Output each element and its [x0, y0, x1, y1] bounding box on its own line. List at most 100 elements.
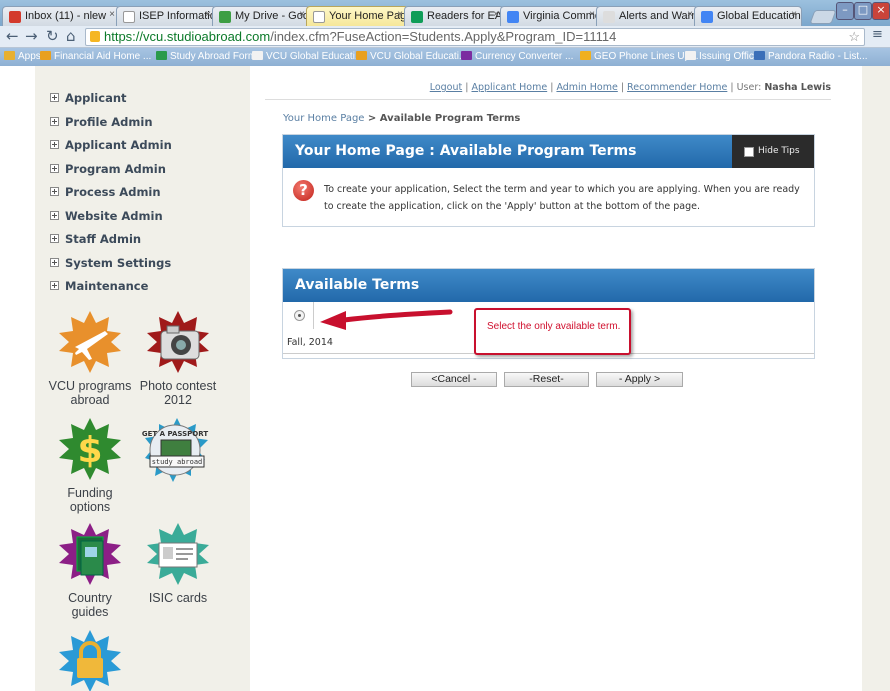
menu-item-maintenance[interactable]: Maintenance — [50, 279, 172, 303]
menu-item-profile-admin[interactable]: Profile Admin — [50, 115, 172, 139]
apply-button[interactable]: - Apply > — [596, 372, 683, 387]
minimize-button[interactable]: – — [836, 2, 854, 20]
close-window-button[interactable]: × — [872, 2, 890, 20]
tip-text: To create your application, Select the t… — [324, 184, 800, 212]
promo-get-a-passport[interactable]: GET A PASSPORT study abroad — [137, 414, 217, 494]
hide-tips-toggle[interactable]: Hide Tips — [732, 135, 814, 168]
svg-text:$: $ — [77, 430, 102, 471]
loading-icon — [603, 11, 615, 23]
browser-tab[interactable]: Alerts and Warni × — [596, 6, 698, 26]
bookmark-icon — [580, 51, 591, 60]
annotation-arrow-icon — [320, 309, 453, 330]
expand-icon[interactable] — [50, 210, 59, 220]
left-gutter — [0, 66, 35, 691]
close-tab-icon[interactable]: × — [791, 9, 797, 20]
browser-tab[interactable]: ISEP Information × — [116, 6, 216, 26]
bookmark-item[interactable]: GEO Phone Lines Up... — [580, 51, 699, 62]
terms-title: Available Terms — [283, 269, 814, 302]
id-card-icon — [145, 521, 211, 587]
bookmark-item[interactable]: Issuing Offices — [685, 51, 764, 62]
address-bar[interactable]: https://vcu.studioabroad.com/index.cfm?F… — [85, 28, 865, 46]
browser-tab[interactable]: Virginia Commo × — [500, 6, 600, 26]
expand-icon[interactable] — [50, 257, 59, 267]
breadcrumb: Your Home Page > Available Program Terms — [283, 113, 520, 124]
camera-icon — [145, 309, 211, 375]
drive-icon — [219, 11, 231, 23]
maximize-button[interactable]: □ — [854, 2, 872, 20]
reset-button[interactable]: -Reset- — [504, 372, 589, 387]
menu-icon[interactable]: ≡ — [872, 27, 883, 42]
close-tab-icon[interactable]: × — [493, 9, 499, 20]
browser-tab[interactable]: Global Education × — [694, 6, 802, 26]
expand-icon[interactable] — [50, 187, 59, 196]
admin-home-link[interactable]: Admin Home — [556, 82, 617, 93]
menu-item-system-settings[interactable]: System Settings — [50, 256, 172, 280]
browser-tab[interactable]: Readers for EA S × — [404, 6, 504, 26]
term-radio[interactable] — [294, 310, 305, 321]
svg-text:GET A PASSPORT: GET A PASSPORT — [142, 430, 208, 438]
menu-item-applicant[interactable]: Applicant — [50, 91, 172, 115]
dollar-icon: $ — [57, 416, 123, 482]
back-icon[interactable]: ← — [6, 27, 19, 45]
bookmark-item[interactable]: VCU Global Educati... — [252, 51, 363, 62]
bookmark-star-icon[interactable]: ☆ — [848, 29, 860, 45]
menu-item-website-admin[interactable]: Website Admin — [50, 209, 172, 233]
close-tab-icon[interactable]: × — [299, 9, 305, 20]
bookmark-item[interactable]: Apps — [4, 51, 41, 62]
promo-photo-contest[interactable]: Photo contest 2012 — [133, 309, 223, 407]
expand-icon[interactable] — [50, 234, 59, 243]
expand-icon[interactable] — [50, 163, 59, 173]
menu-item-staff-admin[interactable]: Staff Admin — [50, 232, 172, 256]
promo-country-guides[interactable]: Country guides — [47, 521, 133, 619]
reload-icon[interactable]: ↻ — [46, 27, 59, 45]
applicant-home-link[interactable]: Applicant Home — [471, 82, 547, 93]
close-tab-icon[interactable]: × — [687, 9, 693, 20]
yahoo-icon — [461, 51, 472, 60]
close-tab-icon[interactable]: × — [205, 9, 211, 20]
cancel-button[interactable]: <Cancel - — [411, 372, 497, 387]
sheets-icon — [411, 11, 423, 23]
recommender-home-link[interactable]: Recommender Home — [627, 82, 727, 93]
term-label: Fall, 2014 — [287, 337, 333, 348]
expand-icon[interactable] — [50, 116, 59, 126]
close-tab-icon[interactable]: × — [397, 9, 403, 20]
browser-tab[interactable]: Inbox (11) - nlew × — [2, 6, 120, 26]
bookmark-item[interactable]: Study Abroad Form — [156, 51, 256, 62]
menu-item-process-admin[interactable]: Process Admin — [50, 185, 172, 209]
bookmark-item[interactable]: VCU Global Educati... — [356, 51, 467, 62]
promo-funding-options[interactable]: $ Funding options — [47, 416, 133, 514]
tip-box: ? To create your application, Select the… — [283, 168, 814, 226]
promo-vcu-programs[interactable]: VCU programs abroad — [47, 309, 133, 407]
menu-item-program-admin[interactable]: Program Admin — [50, 162, 172, 186]
calendar-icon — [507, 11, 519, 23]
logout-link[interactable]: Logout — [430, 82, 463, 93]
close-tab-icon[interactable]: × — [109, 9, 115, 20]
page-content: Applicant Profile Admin Applicant Admin … — [0, 66, 890, 691]
expand-icon[interactable] — [50, 93, 59, 102]
expand-icon[interactable] — [50, 281, 59, 290]
bookmark-item[interactable]: Financial Aid Home ... — [40, 51, 151, 62]
bookmark-item[interactable]: Pandora Radio - List... — [754, 51, 868, 62]
menu-item-applicant-admin[interactable]: Applicant Admin — [50, 138, 172, 162]
browser-tab[interactable]: My Drive - Goog × — [212, 6, 310, 26]
bookmark-icon — [156, 51, 167, 60]
promo-security[interactable] — [47, 628, 133, 691]
new-tab-button[interactable] — [809, 10, 837, 24]
user-name: Nasha Lewis — [764, 82, 831, 93]
home-icon[interactable]: ⌂ — [66, 27, 76, 45]
pandora-icon — [754, 51, 765, 60]
apps-icon — [4, 51, 15, 60]
promo-isic-cards[interactable]: ISIC cards — [133, 521, 223, 605]
browser-toolbar: ← → ↻ ⌂ https://vcu.studioabroad.com/ind… — [0, 26, 890, 48]
airplane-icon — [57, 309, 123, 375]
expand-icon[interactable] — [50, 140, 59, 149]
forward-icon[interactable]: → — [25, 27, 38, 45]
user-label: User: — [736, 82, 762, 93]
browser-tab-active[interactable]: Your Home Page × — [306, 6, 408, 26]
annotation-callout: Select the only available term. — [474, 308, 631, 355]
breadcrumb-home-link[interactable]: Your Home Page — [283, 113, 364, 124]
bookmark-icon — [252, 51, 263, 60]
close-tab-icon[interactable]: × — [589, 9, 595, 20]
bookmark-item[interactable]: Currency Converter ... — [461, 51, 573, 62]
hide-tips-checkbox[interactable] — [744, 147, 754, 157]
